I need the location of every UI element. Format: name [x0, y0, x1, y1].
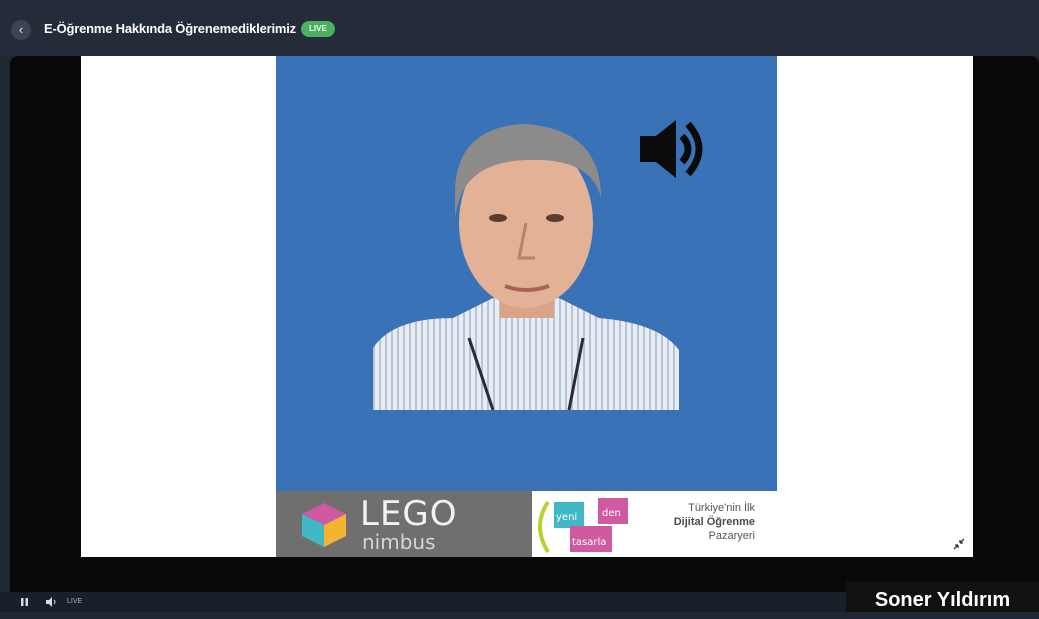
- art-word-den: den: [602, 508, 621, 519]
- back-button[interactable]: ‹: [11, 20, 31, 40]
- tagline: Türkiye'nin İlk Dijital Öğrenme Pazaryer…: [655, 501, 755, 543]
- live-badge: LIVE: [301, 21, 335, 37]
- tagline-line-1: Türkiye'nin İlk: [688, 502, 755, 514]
- presenter-portrait: [373, 124, 679, 410]
- volume-icon[interactable]: [46, 597, 58, 607]
- tagline-line-2: Dijital Öğrenme: [673, 516, 755, 528]
- photo-caption: Soner Yıldırım: [846, 581, 1039, 612]
- session-title: E-Öğrenme Hakkında Öğrenemediklerimiz: [44, 21, 296, 36]
- yeniden-tasarla-art: yeni den tasarla: [538, 498, 628, 554]
- pause-icon[interactable]: [21, 598, 28, 606]
- brand-nimbus: nimbus: [362, 530, 436, 554]
- art-word-yeni: yeni: [556, 512, 577, 523]
- lego-cube-logo: [302, 503, 346, 547]
- minimize-icon[interactable]: [952, 537, 966, 551]
- tagline-line-3: Pazaryeri: [708, 530, 755, 542]
- chevron-left-icon: ‹: [18, 22, 24, 37]
- control-live-label: LIVE: [67, 598, 83, 605]
- art-word-tasarla: tasarla: [572, 537, 606, 548]
- brand-lego: LEGO: [360, 494, 458, 534]
